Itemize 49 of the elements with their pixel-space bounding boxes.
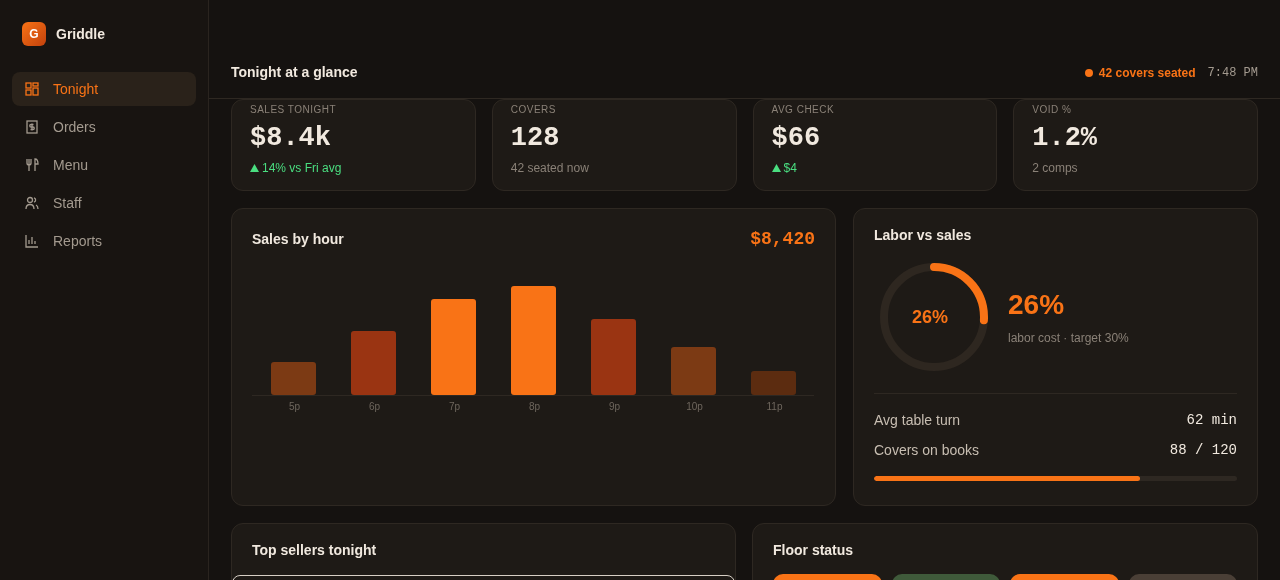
hour-label: 8p bbox=[527, 401, 542, 412]
people-icon bbox=[25, 196, 39, 210]
clock-time: 7:48 PM bbox=[1207, 66, 1258, 80]
trend-text: $4 bbox=[783, 161, 797, 175]
stat-note: 42 seated now bbox=[510, 161, 590, 175]
bar-chart-icon bbox=[25, 234, 39, 248]
hour-label: 11p bbox=[765, 401, 784, 412]
stat-label: COVERS bbox=[510, 104, 557, 115]
sidebar-item[interactable]: Staff bbox=[12, 186, 196, 220]
ring-value: 26% bbox=[912, 307, 949, 328]
sidebar-item[interactable]: Orders bbox=[12, 110, 196, 144]
metric-label: Covers on books bbox=[874, 442, 980, 460]
sidebar-item[interactable]: Tonight bbox=[12, 72, 196, 106]
brand-name: Griddle bbox=[56, 26, 105, 42]
metric-value: 88 / 120 bbox=[1169, 442, 1237, 460]
hour-label: 10p bbox=[685, 401, 704, 412]
metric-value: 62 min bbox=[1186, 412, 1237, 430]
dollar-document-icon bbox=[25, 120, 39, 134]
labor-caption: labor cost · target 30% bbox=[1008, 331, 1129, 345]
grid-icon bbox=[25, 82, 39, 96]
stat-value: $8.4k bbox=[250, 123, 332, 153]
stat-value: 1.2% bbox=[1032, 123, 1099, 153]
hour-label: 5p bbox=[287, 401, 302, 412]
hour-label: 9p bbox=[607, 401, 622, 412]
up-triangle-icon bbox=[771, 164, 781, 172]
covers-status: 42 covers seated bbox=[1098, 66, 1196, 80]
trend-text: 14% vs Fri avg bbox=[262, 161, 342, 175]
stat-label: SALES TONIGHT bbox=[250, 104, 338, 115]
status-dot-icon bbox=[1084, 69, 1093, 77]
page-title: Tonight at a glance bbox=[231, 64, 358, 80]
labor-percent: 26% bbox=[1008, 289, 1066, 321]
stat-value: $66 bbox=[771, 123, 822, 153]
sidebar-item[interactable]: Menu bbox=[12, 148, 196, 182]
hour-label: 7p bbox=[447, 401, 462, 412]
logo-icon: G bbox=[22, 22, 46, 46]
sidebar-item[interactable]: Reports bbox=[12, 224, 196, 258]
utensils-icon bbox=[25, 158, 39, 172]
stat-label: AVG CHECK bbox=[771, 104, 836, 115]
metric-label: Avg table turn bbox=[874, 412, 961, 430]
hour-label: 6p bbox=[367, 401, 382, 412]
stat-note: 2 comps bbox=[1032, 161, 1079, 175]
card-title: Sales by hour bbox=[252, 231, 344, 247]
sales-total: $8,420 bbox=[750, 229, 815, 249]
card-title: Top sellers tonight bbox=[251, 542, 378, 558]
card-title: Floor status bbox=[773, 542, 855, 558]
stat-label: VOID % bbox=[1032, 104, 1073, 115]
up-triangle-icon bbox=[250, 164, 259, 172]
card-title: Labor vs sales bbox=[874, 227, 973, 243]
stat-value: 128 bbox=[510, 123, 561, 153]
